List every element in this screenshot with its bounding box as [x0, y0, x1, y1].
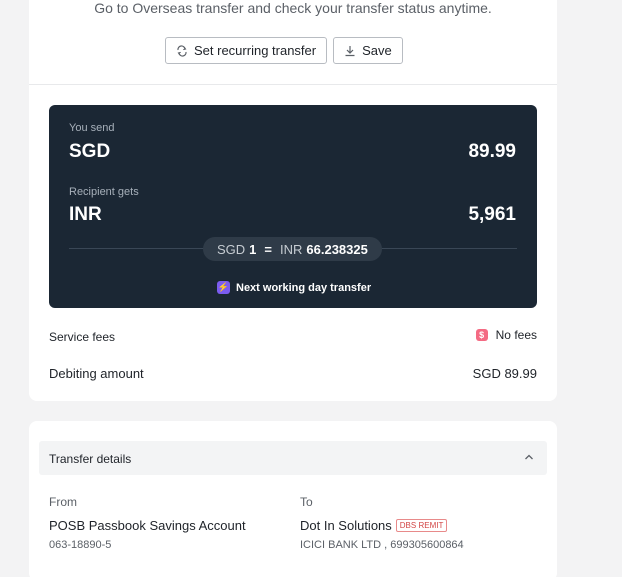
rate-to-currency: INR — [280, 241, 303, 257]
repeat-icon — [177, 44, 187, 57]
rate-from-value: 1 — [249, 241, 257, 257]
exchange-rate-pill: SGD 1 = INR 66.238325 — [203, 237, 382, 261]
transfer-details-card: Transfer details From POSB Passbook Savi… — [29, 421, 557, 577]
rate-to-value: 66.238325 — [306, 241, 368, 257]
rate-equals: = — [264, 241, 272, 257]
transfer-speed-label: Next working day transfer — [236, 281, 372, 294]
from-account: From POSB Passbook Savings Account 063-1… — [49, 495, 246, 551]
service-fees-label: Service fees — [49, 330, 116, 344]
set-recurring-label: Set recurring transfer — [194, 43, 317, 58]
get-currency: INR — [69, 204, 102, 225]
rate-from-currency: SGD — [217, 241, 246, 257]
get-amount: 5,961 — [468, 204, 516, 225]
send-amount: 89.99 — [468, 141, 516, 162]
no-fees-text: No fees — [495, 328, 537, 342]
debiting-amount-label: Debiting amount — [49, 366, 144, 381]
save-button[interactable]: Save — [333, 37, 403, 64]
download-icon — [345, 45, 355, 56]
you-send-label: You send — [69, 122, 115, 134]
recipient-gets-label: Recipient gets — [69, 186, 139, 198]
status-hint: Go to Overseas transfer and check your t… — [94, 0, 492, 16]
action-row: Set recurring transfer Save — [165, 37, 403, 64]
dollar-icon: $ — [475, 329, 488, 341]
divider — [29, 84, 557, 85]
recipient-name: Dot In Solutions — [300, 518, 392, 533]
lightning-icon: ⚡ — [217, 281, 230, 294]
save-label: Save — [362, 43, 392, 58]
dbs-remit-badge: DBS REMIT — [395, 519, 448, 532]
transfer-speed: ⚡ Next working day transfer — [217, 281, 371, 294]
debiting-amount-value: SGD 89.99 — [472, 366, 537, 381]
from-label: From — [49, 495, 77, 509]
recipient-bank: ICICI BANK LTD , 699305600864 — [300, 539, 464, 551]
to-label: To — [300, 495, 313, 509]
service-fees-value: $ No fees — [475, 328, 537, 342]
transfer-summary-card: Go to Overseas transfer and check your t… — [29, 0, 557, 401]
recipient-name-row: Dot In Solutions DBS REMIT — [300, 518, 464, 533]
chevron-up-icon — [525, 454, 533, 460]
transfer-details-toggle[interactable]: Transfer details — [39, 441, 547, 475]
transfer-details-title: Transfer details — [49, 452, 132, 466]
to-account: To Dot In Solutions DBS REMIT ICICI BANK… — [300, 495, 464, 551]
from-account-number: 063-18890-5 — [49, 539, 112, 551]
set-recurring-button[interactable]: Set recurring transfer — [165, 37, 328, 64]
from-account-name: POSB Passbook Savings Account — [49, 518, 246, 533]
amount-panel: You send SGD 89.99 Recipient gets INR 5,… — [49, 105, 537, 308]
send-currency: SGD — [69, 141, 111, 162]
